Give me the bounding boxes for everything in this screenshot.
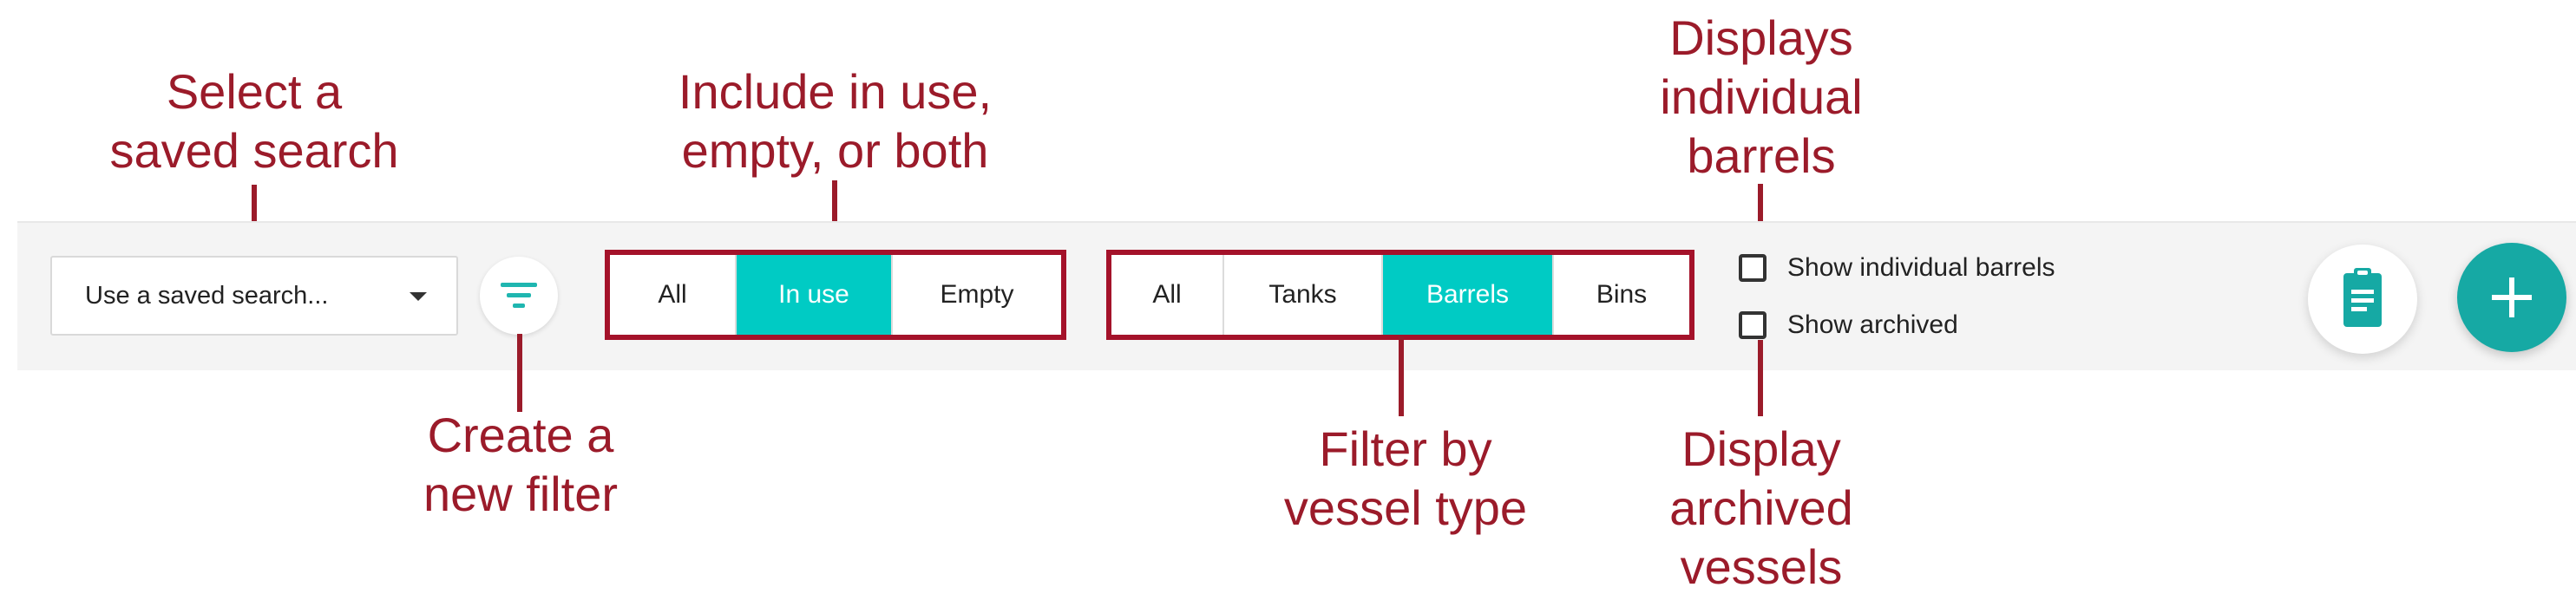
annotation-line: new filter <box>423 467 619 521</box>
vessel-option-tanks[interactable]: Tanks <box>1224 255 1383 335</box>
checkbox-box[interactable] <box>1739 311 1766 339</box>
chevron-down-icon <box>410 292 427 301</box>
status-option-in-use[interactable]: In use <box>737 255 893 335</box>
annotation-new-filter: Create a new filter <box>373 406 668 524</box>
checkbox-label: Show individual barrels <box>1787 253 2055 282</box>
annotation-archived: Display archived vessels <box>1631 420 1891 594</box>
annotation-line: vessels <box>1680 539 1843 594</box>
annotation-line: vessel type <box>1283 480 1528 535</box>
annotation-connector <box>1399 336 1404 416</box>
plus-icon <box>2492 277 2532 317</box>
annotation-saved-search: Select a saved search <box>76 62 432 180</box>
annotation-line: barrels <box>1687 128 1836 183</box>
annotation-line: Select a <box>166 64 343 119</box>
vessel-option-bins[interactable]: Bins <box>1554 255 1689 335</box>
status-option-all[interactable]: All <box>610 255 737 335</box>
annotation-line: Include in use, <box>678 64 993 119</box>
clipboard-icon <box>2343 268 2382 327</box>
saved-search-placeholder: Use a saved search... <box>85 282 329 310</box>
annotation-line: individual <box>1660 69 1863 124</box>
annotation-status: Include in use, empty, or both <box>625 62 1045 180</box>
status-segmented-control: All In use Empty <box>605 250 1066 340</box>
annotation-line: archived <box>1669 480 1853 535</box>
annotation-line: Filter by <box>1319 421 1492 476</box>
checkbox-box[interactable] <box>1739 254 1766 282</box>
annotated-toolbar-screenshot: Select a saved search Include in use, em… <box>0 0 2576 594</box>
annotation-connector <box>1758 340 1763 416</box>
annotation-vessel-type: Filter by vessel type <box>1232 420 1579 538</box>
annotation-line: Create a <box>427 408 614 462</box>
annotation-line: Displays <box>1669 10 1853 65</box>
annotation-line: empty, or both <box>681 123 989 178</box>
vessel-option-all[interactable]: All <box>1111 255 1224 335</box>
annotation-line: saved search <box>109 123 399 178</box>
clipboard-button[interactable] <box>2308 245 2417 354</box>
add-button[interactable] <box>2457 243 2566 352</box>
vessel-option-barrels[interactable]: Barrels <box>1383 255 1554 335</box>
create-filter-button[interactable] <box>480 257 558 335</box>
saved-search-select[interactable]: Use a saved search... <box>50 256 458 336</box>
show-archived-checkbox[interactable]: Show archived <box>1739 310 1958 340</box>
annotation-line: Display <box>1681 421 1841 476</box>
annotation-individual-barrels: Displays individual barrels <box>1605 9 1917 186</box>
show-individual-barrels-checkbox[interactable]: Show individual barrels <box>1739 253 2055 283</box>
checkbox-label: Show archived <box>1787 310 1958 339</box>
annotation-connector <box>517 334 522 412</box>
vessel-type-segmented-control: All Tanks Barrels Bins <box>1106 250 1694 340</box>
status-option-empty[interactable]: Empty <box>893 255 1061 335</box>
